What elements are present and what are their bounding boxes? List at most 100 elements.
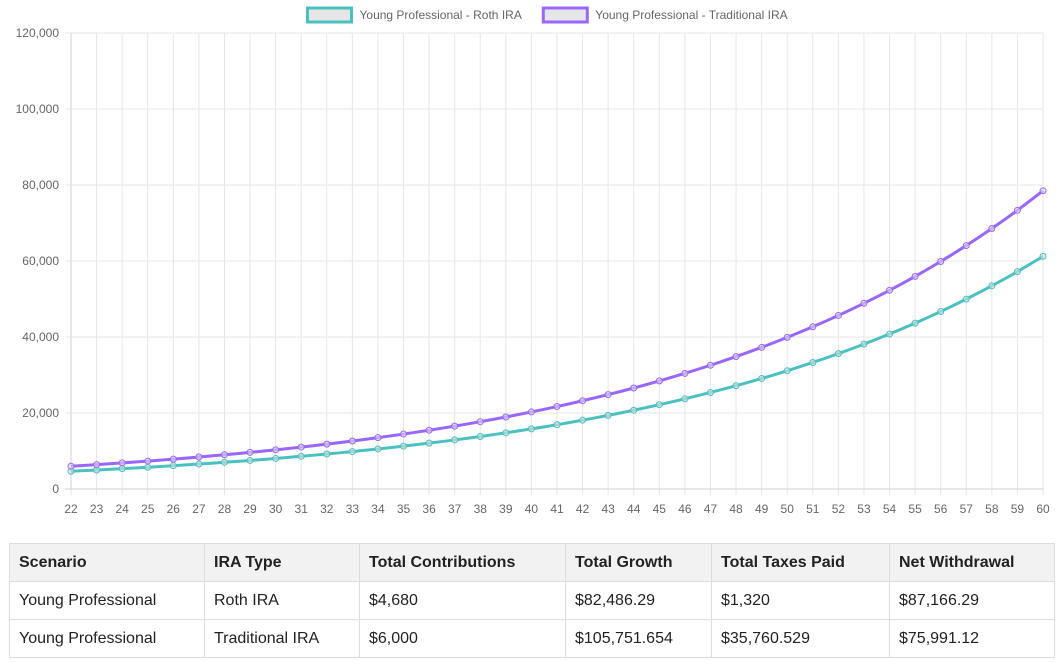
data-point — [604, 411, 612, 419]
data-point — [1039, 187, 1047, 195]
x-tick-label: 43 — [601, 502, 615, 516]
data-point — [144, 457, 152, 465]
x-tick-label: 47 — [704, 502, 718, 516]
x-tick-label: 39 — [499, 502, 513, 516]
data-point — [400, 442, 408, 450]
x-tick-label: 60 — [1036, 502, 1050, 516]
line-chart: 22 23 24 25 26 27 28 29 30 31 32 33 34 35 36 37 38 39 40 41… — [16, 6, 1050, 516]
cell-total-growth: $82,486.29 — [565, 581, 712, 620]
data-point — [118, 465, 126, 473]
data-point — [681, 395, 689, 403]
data-point — [169, 462, 177, 470]
legend-swatch-roth-ira — [306, 6, 353, 24]
data-point — [195, 453, 203, 461]
x-tick-label: 25 — [141, 502, 155, 516]
y-tick-label: 0 — [52, 482, 59, 496]
x-tick-label: 32 — [320, 502, 334, 516]
data-point — [860, 340, 868, 348]
cell-total-growth: $105,751.654 — [565, 619, 712, 658]
data-point — [706, 361, 714, 369]
data-point — [988, 282, 996, 290]
data-point — [809, 323, 817, 331]
data-point — [195, 460, 203, 468]
data-point — [297, 443, 305, 451]
y-tick-label: 80,000 — [22, 178, 59, 192]
data-point — [374, 434, 382, 442]
x-tick-label: 56 — [934, 502, 948, 516]
cell-scenario: Young Professional — [9, 581, 205, 620]
y-tick-label: 100,000 — [16, 102, 60, 116]
data-point — [937, 257, 945, 265]
data-point — [1039, 252, 1047, 260]
data-point — [962, 242, 970, 250]
data-point — [655, 377, 663, 385]
data-point — [1013, 206, 1021, 214]
data-point — [374, 445, 382, 453]
x-tick-label: 50 — [781, 502, 795, 516]
x-tick-label: 51 — [806, 502, 820, 516]
data-point — [527, 425, 535, 433]
x-tick-label: 31 — [295, 502, 309, 516]
x-tick-label: 42 — [576, 502, 590, 516]
column-header-scenario: Scenario — [9, 543, 205, 582]
cell-total-taxes-paid: $1,320 — [711, 581, 890, 620]
x-tick-label: 36 — [422, 502, 436, 516]
x-tick-label: 26 — [167, 502, 181, 516]
x-tick-label: 28 — [218, 502, 232, 516]
data-point — [783, 333, 791, 341]
x-tick-label: 49 — [755, 502, 769, 516]
data-point — [93, 461, 101, 469]
data-point — [527, 408, 535, 416]
x-tick-label: 40 — [525, 502, 539, 516]
data-point — [886, 286, 894, 294]
data-point — [144, 463, 152, 471]
data-point — [169, 455, 177, 463]
y-tick-label: 120,000 — [16, 26, 60, 40]
cell-scenario: Young Professional — [9, 619, 205, 658]
x-tick-label: 46 — [678, 502, 692, 516]
data-point — [220, 451, 228, 459]
data-point — [886, 330, 894, 338]
data-point — [451, 422, 459, 430]
legend-label-roth-ira: Young Professional - Roth IRA — [360, 8, 522, 22]
data-point — [553, 421, 561, 429]
data-point — [67, 462, 75, 470]
x-tick-label: 52 — [832, 502, 846, 516]
column-header-net-withdrawal: Net Withdrawal — [889, 543, 1055, 582]
data-point — [962, 295, 970, 303]
x-tick-label: 55 — [908, 502, 922, 516]
data-point — [988, 225, 996, 233]
data-point — [323, 450, 331, 458]
data-point — [758, 343, 766, 351]
x-tick-label: 23 — [90, 502, 104, 516]
data-point — [502, 413, 510, 421]
data-point — [860, 299, 868, 307]
x-tick-label: 54 — [883, 502, 897, 516]
data-point — [809, 358, 817, 366]
data-point — [400, 430, 408, 438]
x-tick-label: 30 — [269, 502, 283, 516]
data-point — [502, 429, 510, 437]
data-point — [348, 448, 356, 456]
x-tick-label: 37 — [448, 502, 462, 516]
x-tick-label: 57 — [960, 502, 974, 516]
data-point — [272, 446, 280, 454]
data-point — [655, 401, 663, 409]
data-point — [476, 432, 484, 440]
legend-swatch-traditional-ira — [541, 6, 589, 24]
y-tick-label: 20,000 — [22, 406, 59, 420]
table-header-row: Scenario IRA Type Total Contributions To… — [9, 543, 1055, 582]
y-tick-label: 60,000 — [22, 254, 59, 268]
cell-total-contributions: $4,680 — [359, 581, 566, 620]
cell-net-withdrawal: $87,166.29 — [889, 581, 1055, 620]
x-tick-label: 44 — [627, 502, 641, 516]
x-tick-label: 59 — [1011, 502, 1025, 516]
data-point — [579, 397, 587, 405]
data-point — [425, 426, 433, 434]
y-tick-label: 40,000 — [22, 330, 59, 344]
column-header-total-taxes-paid: Total Taxes Paid — [711, 543, 890, 582]
data-point — [246, 456, 254, 464]
x-tick-label: 29 — [243, 502, 257, 516]
x-tick-label: 33 — [346, 502, 360, 516]
data-point — [297, 452, 305, 460]
